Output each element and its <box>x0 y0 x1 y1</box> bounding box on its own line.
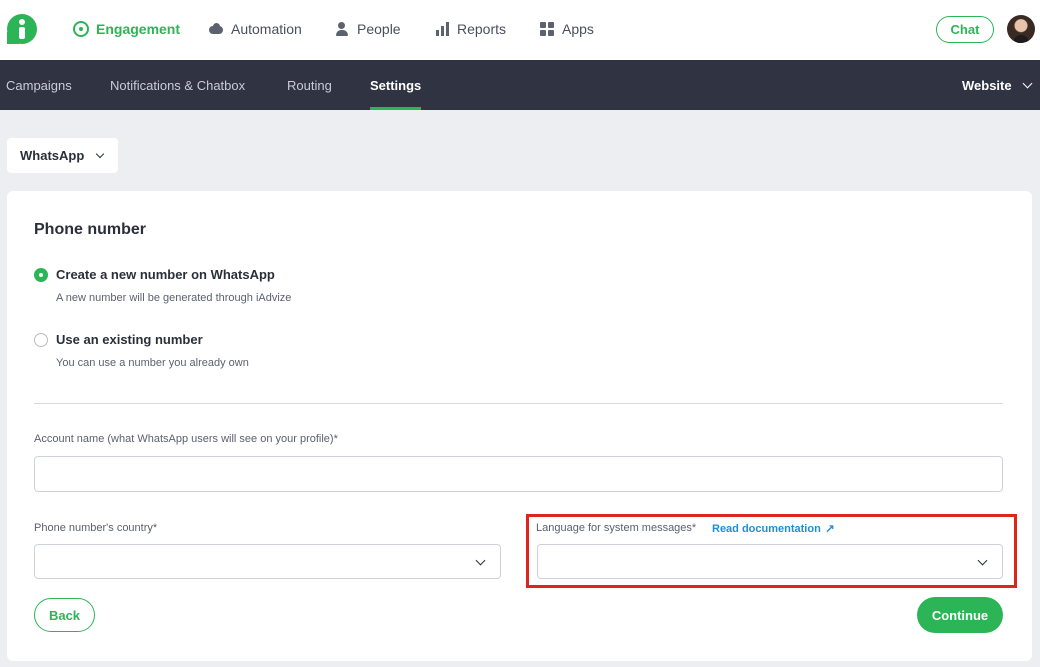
topnav-label: Automation <box>231 21 302 37</box>
apps-grid-icon <box>539 21 555 37</box>
topnav-engagement[interactable]: Engagement <box>73 19 180 39</box>
topnav-people[interactable]: People <box>334 19 401 39</box>
option-description: You can use a number you already own <box>56 357 249 369</box>
country-select[interactable] <box>34 544 501 579</box>
option-description: A new number will be generated through i… <box>56 292 292 304</box>
radio-create-new-number[interactable] <box>34 268 48 282</box>
country-label: Phone number's country* <box>34 522 158 534</box>
topnav-apps[interactable]: Apps <box>539 19 594 39</box>
bar-chart-icon <box>434 21 450 37</box>
account-name-label: Account name (what WhatsApp users will s… <box>34 433 338 445</box>
phone-number-card: Phone number Create a new number on What… <box>7 191 1032 661</box>
radio-use-existing-number[interactable] <box>34 333 48 347</box>
topnav-label: People <box>357 21 401 37</box>
website-selector[interactable]: Website <box>962 60 1033 110</box>
topnav-label: Engagement <box>96 21 181 37</box>
card-title: Phone number <box>34 221 147 238</box>
option-label[interactable]: Use an existing number <box>56 332 203 347</box>
back-button[interactable]: Back <box>34 598 95 632</box>
channel-dropdown[interactable]: WhatsApp <box>7 138 118 173</box>
chevron-down-icon <box>475 555 486 566</box>
account-name-input[interactable] <box>34 456 1003 492</box>
user-avatar[interactable] <box>1007 15 1035 43</box>
subnav-campaigns[interactable]: Campaigns <box>6 60 72 110</box>
channel-dropdown-value: WhatsApp <box>20 148 85 163</box>
highlight-box <box>526 514 1017 588</box>
top-bar: Engagement Automation People Reports App… <box>0 0 1040 60</box>
divider <box>34 403 1003 404</box>
subnav-notifications-chatbox[interactable]: Notifications & Chatbox <box>110 60 245 110</box>
target-icon <box>73 21 89 37</box>
cloud-icon <box>208 21 224 37</box>
website-label: Website <box>962 77 1012 93</box>
continue-button[interactable]: Continue <box>917 597 1003 633</box>
subnav-routing[interactable]: Routing <box>287 60 332 110</box>
chevron-down-icon <box>1022 78 1033 88</box>
topnav-automation[interactable]: Automation <box>208 19 302 39</box>
topnav-label: Apps <box>562 21 594 37</box>
subnav-settings[interactable]: Settings <box>370 60 422 110</box>
chat-button[interactable]: Chat <box>936 16 994 43</box>
chevron-down-icon <box>96 149 105 158</box>
iadvize-logo-icon[interactable] <box>7 14 37 44</box>
topnav-label: Reports <box>457 21 507 37</box>
option-label[interactable]: Create a new number on WhatsApp <box>56 267 275 282</box>
person-icon <box>334 21 350 37</box>
sub-navigation: Campaigns Notifications & Chatbox Routin… <box>0 60 1040 110</box>
topnav-reports[interactable]: Reports <box>434 19 506 39</box>
